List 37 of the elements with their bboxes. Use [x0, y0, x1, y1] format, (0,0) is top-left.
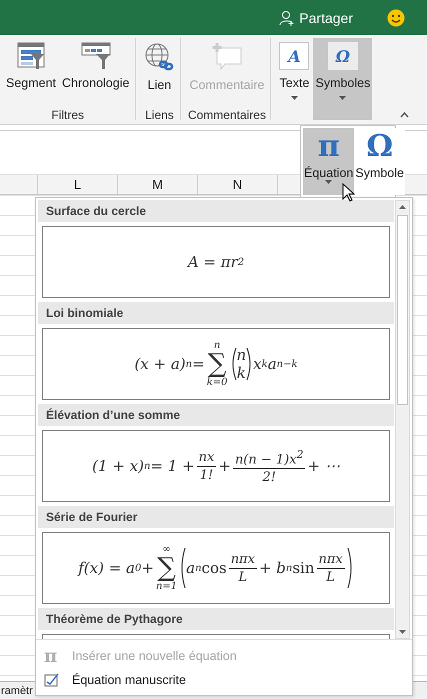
- symbol-icon: A: [279, 42, 310, 70]
- group-label: Liens: [144, 108, 175, 122]
- ribbon-button[interactable]: Chronologie: [60, 38, 132, 108]
- section-header: Série de Fourier: [38, 506, 394, 528]
- comment-icon: [210, 42, 243, 72]
- smiley-icon[interactable]: [387, 8, 405, 26]
- column-header[interactable]: L: [38, 175, 118, 194]
- symbol-menu-button[interactable]: Ω Symbole: [354, 128, 405, 195]
- group-label: Filtres: [50, 108, 86, 122]
- column-header[interactable]: M: [118, 175, 198, 194]
- timeline-icon: [80, 42, 111, 70]
- symbol-menu-button[interactable]: π Équation: [303, 128, 354, 195]
- section-header: Loi binomiale: [38, 302, 394, 324]
- globe-link-icon: [144, 42, 174, 72]
- collapse-ribbon-icon[interactable]: [400, 112, 409, 118]
- section-header: Surface du cercle: [38, 200, 394, 222]
- menu-item[interactable]: Équation manuscrite: [36, 668, 412, 692]
- bracket-icon: [179, 547, 186, 589]
- slicer-icon: [17, 42, 46, 70]
- group-label: Commentaires: [187, 108, 266, 122]
- bracket-icon: [230, 347, 236, 381]
- share-button[interactable]: Partager: [275, 8, 357, 28]
- bracket-icon: [346, 547, 354, 589]
- ribbon-button[interactable]: A Texte: [277, 38, 312, 108]
- section-header: Théorème de Pythagore: [38, 608, 394, 630]
- equation-option[interactable]: A = πr$^{2}$: [42, 226, 390, 298]
- scrollbar[interactable]: [395, 200, 410, 639]
- ribbon-button[interactable]: Ω Symboles: [313, 38, 372, 120]
- section-header: Élévation d’une somme: [38, 404, 394, 426]
- ribbon-button[interactable]: Lien: [142, 38, 176, 108]
- symbol-icon: Ω: [328, 42, 358, 70]
- ribbon-button[interactable]: Segment: [4, 38, 58, 108]
- pi-icon: π: [44, 646, 60, 666]
- sheet-tab[interactable]: ramètr: [1, 684, 33, 696]
- person-add-icon: [279, 10, 296, 26]
- bracket-icon: [246, 347, 254, 381]
- column-header[interactable]: N: [198, 175, 278, 194]
